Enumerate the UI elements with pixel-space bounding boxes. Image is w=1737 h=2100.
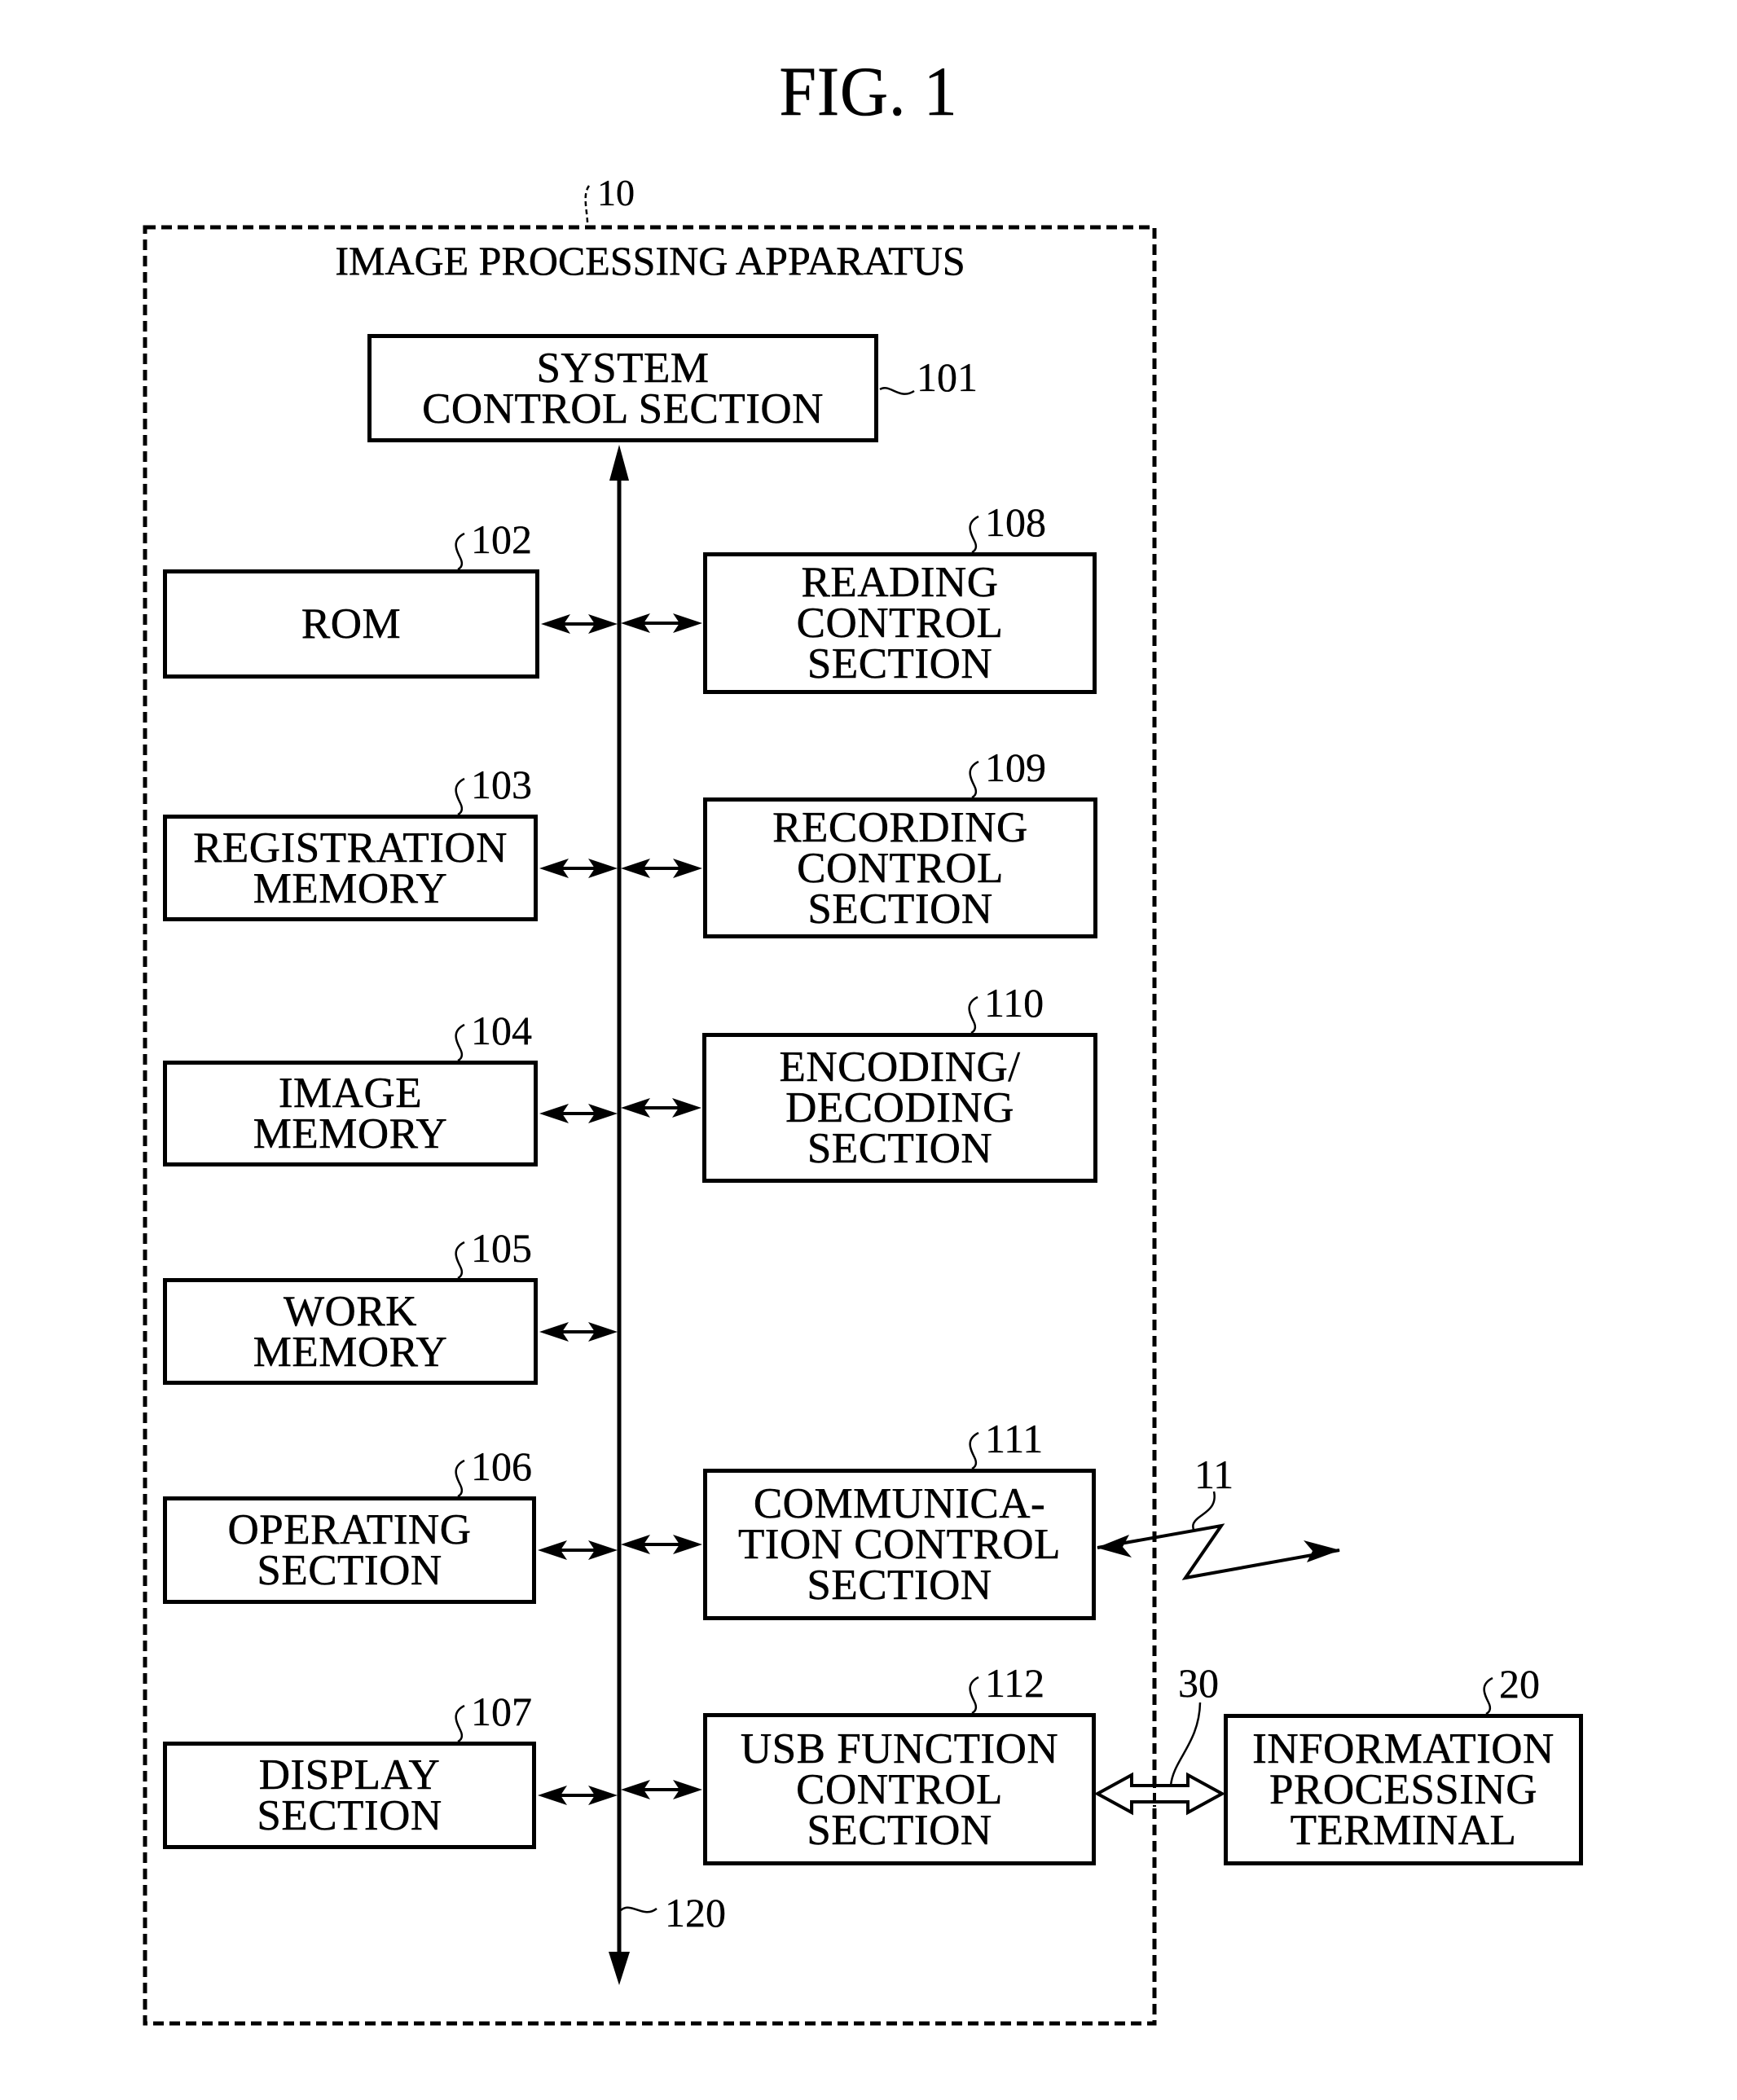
block-label-line: OPERATING bbox=[227, 1506, 472, 1553]
recording-control-connector bbox=[621, 859, 702, 878]
leader-111 bbox=[969, 1431, 979, 1470]
leader-11 bbox=[1192, 1491, 1216, 1531]
system-control-block: SYSTEM CONTROL SECTION bbox=[367, 334, 878, 442]
encoding-decoding-ref: 110 bbox=[984, 980, 1044, 1026]
block-label-line: ROM bbox=[301, 600, 402, 648]
wireless-link bbox=[1097, 1523, 1340, 1580]
wireless-arrow-in bbox=[1097, 1535, 1132, 1557]
reading-control-ref: 108 bbox=[985, 499, 1046, 545]
leader-103 bbox=[455, 777, 465, 816]
information-processing-terminal-ref: 20 bbox=[1499, 1661, 1540, 1707]
wireless-link-ref: 11 bbox=[1194, 1452, 1234, 1497]
block-label-line: ENCODING/ bbox=[779, 1043, 1021, 1091]
work-memory-ref: 105 bbox=[471, 1225, 532, 1271]
encoding-decoding-connector bbox=[621, 1098, 701, 1118]
leader-110 bbox=[968, 995, 978, 1035]
rom-block: ROM bbox=[163, 569, 539, 679]
block-label-line: TION CONTROL bbox=[737, 1521, 1062, 1568]
leader-107 bbox=[455, 1704, 465, 1743]
operating-section-block: OPERATING SECTION bbox=[163, 1496, 536, 1604]
leader-104 bbox=[455, 1023, 465, 1062]
leader-109 bbox=[969, 760, 979, 799]
recording-control-ref: 109 bbox=[985, 745, 1046, 790]
leader-30 bbox=[1169, 1702, 1202, 1786]
recording-control-block: RECORDING CONTROL SECTION bbox=[703, 797, 1097, 938]
encoding-decoding-block: ENCODING/DECODING SECTION bbox=[702, 1033, 1097, 1183]
usb-function-control-ref: 112 bbox=[985, 1660, 1045, 1706]
usb-double-arrow bbox=[1093, 1772, 1226, 1816]
block-label-line: CONTROL SECTION bbox=[422, 384, 824, 433]
block-label-line: SECTION bbox=[807, 640, 993, 688]
leader-120 bbox=[620, 1906, 657, 1913]
block-label-line: CONTROL bbox=[796, 600, 1004, 647]
operating-section-connector bbox=[538, 1540, 618, 1560]
block-label-line: TERMINAL bbox=[1290, 1807, 1517, 1854]
work-memory-block: WORK MEMORY bbox=[163, 1278, 538, 1385]
block-label-line: SECTION bbox=[807, 1562, 992, 1609]
communication-control-connector bbox=[621, 1535, 702, 1554]
communication-control-ref: 111 bbox=[985, 1416, 1044, 1461]
block-label-line: COMMUNICA- bbox=[753, 1480, 1046, 1527]
block-label-line: WORK bbox=[284, 1287, 417, 1335]
bus-arrow-up bbox=[609, 445, 629, 481]
figure-title: FIG. 1 bbox=[779, 52, 958, 131]
communication-control-block: COMMUNICA- TION CONTROL SECTION bbox=[703, 1469, 1096, 1620]
leader-102 bbox=[455, 532, 465, 571]
leader-101 bbox=[879, 387, 915, 395]
figure-page: FIG. 1 10 IMAGE PROCESSING APPARATUS SYS… bbox=[0, 0, 1737, 2100]
apparatus-ref: 10 bbox=[597, 172, 635, 213]
block-label-line: SECTION bbox=[807, 885, 993, 933]
work-memory-connector bbox=[539, 1322, 618, 1342]
usb-link-ref: 30 bbox=[1178, 1660, 1219, 1706]
image-memory-block: IMAGE MEMORY bbox=[163, 1061, 538, 1166]
wireless-arrow-out bbox=[1304, 1540, 1340, 1562]
rom-ref: 102 bbox=[471, 516, 532, 562]
display-section-block: DISPLAY SECTION bbox=[163, 1742, 536, 1849]
usb-function-control-block: USB FUNCTION CONTROL SECTION bbox=[703, 1713, 1096, 1865]
block-label-line: READING bbox=[801, 559, 999, 606]
apparatus-title: IMAGE PROCESSING APPARATUS bbox=[335, 238, 965, 284]
usb-function-control-connector bbox=[621, 1780, 702, 1799]
reading-control-connector bbox=[621, 613, 702, 633]
registration-memory-connector bbox=[539, 859, 618, 878]
leader-105 bbox=[455, 1241, 465, 1280]
block-label-line: DISPLAY bbox=[258, 1751, 441, 1799]
image-memory-connector bbox=[539, 1104, 618, 1123]
operating-section-ref: 106 bbox=[471, 1443, 532, 1489]
leader-106 bbox=[455, 1459, 465, 1498]
leader-10 bbox=[584, 185, 591, 228]
leader-112 bbox=[969, 1676, 979, 1715]
display-section-connector bbox=[538, 1786, 618, 1805]
block-label-line: CONTROL bbox=[797, 844, 1004, 892]
block-label-line: SECTION bbox=[807, 1125, 993, 1172]
block-label-line: RECORDING bbox=[772, 803, 1028, 851]
block-label-line: USB FUNCTION bbox=[740, 1724, 1059, 1773]
block-label-line: INFORMATION bbox=[1252, 1725, 1555, 1773]
display-section-ref: 107 bbox=[471, 1689, 532, 1734]
block-label-line: MEMORY bbox=[253, 1110, 448, 1158]
block-label-line: SECTION bbox=[807, 1806, 992, 1854]
block-label-line: CONTROL bbox=[796, 1765, 1003, 1813]
information-processing-terminal-block: INFORMATION PROCESSING TERMINAL bbox=[1224, 1714, 1583, 1865]
block-label-line: SECTION bbox=[257, 1792, 442, 1839]
system-control-ref: 101 bbox=[917, 354, 978, 400]
block-label-line: MEMORY bbox=[253, 1328, 448, 1376]
reading-control-block: READING CONTROL SECTION bbox=[703, 552, 1097, 694]
rom-connector bbox=[541, 614, 618, 634]
bus-ref: 120 bbox=[665, 1890, 726, 1935]
block-label-line: PROCESSING bbox=[1269, 1766, 1537, 1813]
block-label-line: MEMORY bbox=[253, 864, 448, 912]
block-label-line: SYSTEM bbox=[536, 344, 710, 392]
image-memory-ref: 104 bbox=[471, 1008, 532, 1053]
leader-20 bbox=[1483, 1676, 1493, 1716]
registration-memory-ref: 103 bbox=[471, 762, 532, 807]
leader-108 bbox=[969, 515, 979, 554]
registration-memory-block: REGISTRATION MEMORY bbox=[163, 815, 538, 921]
bus-arrow-down bbox=[609, 1952, 630, 1985]
block-label-line: SECTION bbox=[257, 1547, 442, 1594]
block-label-line: DECODING bbox=[785, 1084, 1014, 1131]
block-label-line: REGISTRATION bbox=[193, 824, 508, 872]
block-label-line: IMAGE bbox=[278, 1070, 423, 1117]
